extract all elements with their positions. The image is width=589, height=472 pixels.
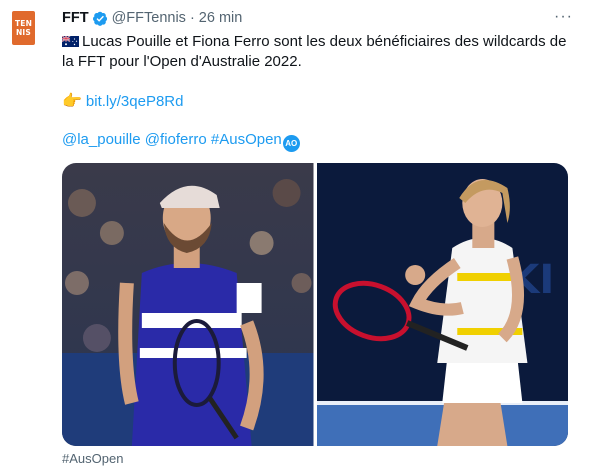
separator-dot: · [189,10,195,26]
photo-fiona-ferro-image: AKI [316,163,568,446]
tweet-header: FFT @FFTennis · 26 min ··· [62,8,573,28]
mention-fioferro[interactable]: @fioferro [145,131,207,148]
ao-logo-icon: AO [282,135,300,152]
avatar-text-line2: NIS [15,28,32,37]
mentions-line: @la_pouille @fioferro #AusOpen AO [62,131,300,152]
verified-badge-icon [92,11,107,26]
tweet-timestamp[interactable]: 26 min [199,10,243,26]
tweet-text: Lucas Pouille et Fiona Ferro sont les de… [62,33,567,70]
author-handle[interactable]: @FFTennis [112,10,186,26]
photo-lucas-pouille[interactable] [62,163,314,446]
author-name[interactable]: FFT [62,10,89,26]
photo-lucas-pouille-image [62,163,314,446]
tweet-media: AKI [62,163,568,446]
short-link[interactable]: bit.ly/3qeP8Rd [86,93,184,110]
link-line: 👉 bit.ly/3qeP8Rd [62,91,183,111]
photo-fiona-ferro[interactable]: AKI [316,163,568,446]
hashtag-ausopen[interactable]: #AusOpen [211,131,282,148]
australia-flag-icon [62,36,79,47]
mention-la-pouille[interactable]: @la_pouille [62,131,141,148]
pointing-hand-icon: 👉 [62,93,82,110]
more-icon[interactable]: ··· [554,8,573,26]
footer-hashtag[interactable]: #AusOpen [62,451,123,466]
account-avatar[interactable]: TEN NIS [12,11,35,45]
avatar-text-line1: TEN [14,19,33,28]
tweet-text-block: Lucas Pouille et Fiona Ferro sont les de… [62,32,577,71]
